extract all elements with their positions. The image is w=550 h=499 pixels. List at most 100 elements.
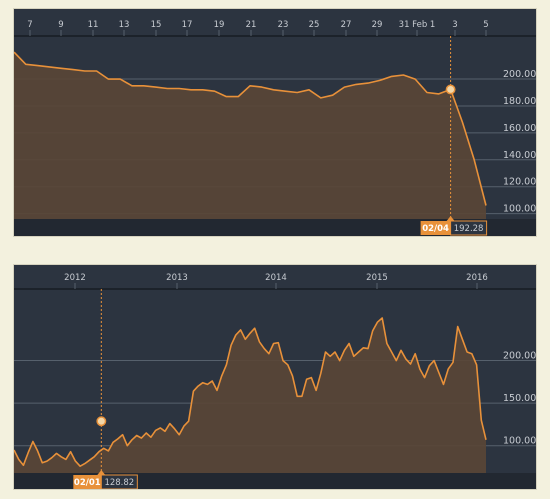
data-point: [238, 96, 239, 97]
data-point: [382, 317, 383, 318]
data-point: [72, 69, 73, 70]
data-point: [61, 456, 62, 457]
data-point: [179, 88, 180, 89]
short-term-price-chart[interactable]: 200.00 180.00 160.00 140.00 120.00 100.00 7 9 11…: [13, 8, 537, 237]
data-point: [419, 369, 420, 370]
data-point: [32, 441, 33, 442]
x-tick-label: 5: [483, 20, 488, 30]
data-point: [268, 353, 269, 354]
data-point: [339, 360, 340, 361]
data-point: [120, 79, 121, 80]
crosshair-marker[interactable]: [445, 84, 456, 95]
data-point: [278, 342, 279, 343]
data-point: [325, 351, 326, 352]
data-point: [377, 322, 378, 323]
data-point: [190, 89, 191, 90]
long-term-price-chart[interactable]: 200.00 150.00 100.00 2012 2013 2014 2015 2016 02…: [13, 264, 537, 490]
data-point: [249, 333, 250, 334]
data-point: [438, 93, 439, 94]
data-point: [231, 345, 232, 346]
data-point: [103, 448, 104, 449]
y-tick-label: 160.00: [503, 123, 536, 134]
data-point: [448, 369, 449, 370]
data-point: [117, 438, 118, 439]
data-point: [292, 375, 293, 376]
data-point: [410, 363, 411, 364]
date-badge-label: 02/04: [422, 224, 449, 234]
data-point: [207, 384, 208, 385]
data-point: [438, 372, 439, 373]
data-point: [344, 350, 345, 351]
data-point: [80, 466, 81, 467]
data-point: [221, 375, 222, 376]
data-point: [306, 379, 307, 380]
data-point: [108, 450, 109, 451]
data-point: [391, 76, 392, 77]
data-point: [264, 348, 265, 349]
data-point: [261, 87, 262, 88]
data-point: [254, 328, 255, 329]
value-badge-label: 128.82: [104, 478, 134, 488]
x-tick-label: 2013: [166, 273, 188, 283]
data-point: [169, 423, 170, 424]
data-point: [426, 92, 427, 93]
data-point: [358, 351, 359, 352]
data-point: [214, 91, 215, 92]
data-point: [94, 456, 95, 457]
x-tick-label: 31 Feb 1: [399, 20, 436, 30]
data-point: [485, 205, 486, 206]
data-point: [259, 341, 260, 342]
data-point: [226, 364, 227, 365]
data-point: [356, 84, 357, 85]
data-point: [122, 434, 123, 435]
y-tick-label: 180.00: [503, 96, 536, 107]
data-point: [56, 453, 57, 454]
x-tick-label: 2012: [64, 273, 86, 283]
data-point: [273, 343, 274, 344]
data-point: [136, 435, 137, 436]
x-tick-label: 21: [246, 20, 257, 30]
data-point: [146, 432, 147, 433]
data-point: [424, 377, 425, 378]
y-tick-label: 120.00: [503, 177, 536, 188]
y-tick-label: 200.00: [503, 351, 536, 362]
short-term-price-chart-svg: 200.00 180.00 160.00 140.00 120.00 100.00 7 9 11…: [14, 9, 536, 236]
data-point: [28, 452, 29, 453]
data-point: [108, 79, 109, 80]
data-point: [429, 365, 430, 366]
data-point: [212, 380, 213, 381]
x-tick-label: 23: [278, 20, 289, 30]
data-point: [150, 437, 151, 438]
x-tick-label: 9: [58, 20, 63, 30]
long-term-price-chart-svg: 200.00 150.00 100.00 2012 2013 2014 2015 2016 02…: [14, 265, 536, 489]
data-point: [330, 356, 331, 357]
x-tick-label: 27: [341, 20, 352, 30]
data-point: [188, 421, 189, 422]
data-point: [167, 88, 168, 89]
data-point: [349, 343, 350, 344]
data-point: [476, 364, 477, 365]
data-point: [179, 434, 180, 435]
data-point: [320, 373, 321, 374]
data-point: [164, 431, 165, 432]
data-point: [467, 351, 468, 352]
data-point: [379, 80, 380, 81]
x-tick-label: 2014: [265, 273, 287, 283]
data-point: [400, 350, 401, 351]
data-point: [363, 347, 364, 348]
data-point: [240, 329, 241, 330]
date-badge-label: 02/01: [74, 478, 101, 488]
data-point: [23, 465, 24, 466]
data-point: [25, 64, 26, 65]
x-tick-label: 29: [372, 20, 383, 30]
data-point: [452, 362, 453, 363]
data-point: [75, 461, 76, 462]
data-point: [37, 450, 38, 451]
data-point: [245, 339, 246, 340]
data-point: [367, 83, 368, 84]
crosshair-marker[interactable]: [96, 416, 107, 427]
data-point: [141, 438, 142, 439]
data-point: [301, 396, 302, 397]
data-point: [287, 364, 288, 365]
data-point: [353, 356, 354, 357]
